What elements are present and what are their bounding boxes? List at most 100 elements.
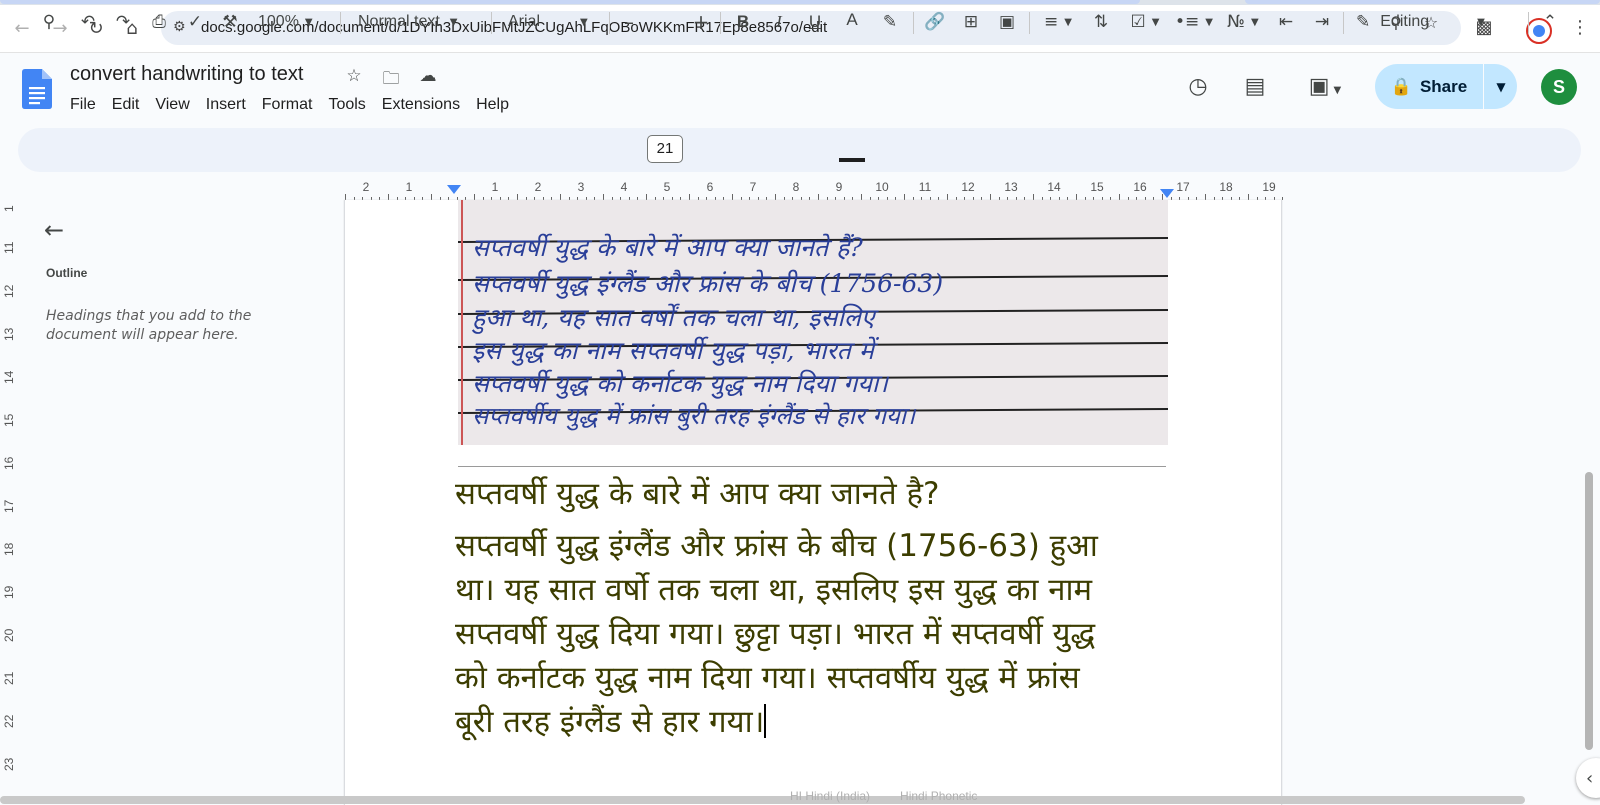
ruler-label: 6 xyxy=(706,180,714,194)
handwriting-image[interactable]: सप्तवर्षी युद्ध के बारे में आप क्या जानत… xyxy=(458,200,1168,445)
handwriting-line: सप्तवर्षी युद्ध को कर्नाटक युद्ध नाम दिय… xyxy=(472,369,888,398)
ruler-label: 18 xyxy=(1219,180,1233,194)
chevron-down-icon: ▼ xyxy=(304,16,313,28)
share-button[interactable]: 🔒 Share ▼ xyxy=(1375,64,1517,109)
cloud-saved-icon[interactable]: ☁ xyxy=(417,66,439,88)
horizontal-ruler[interactable]: 2 1 1 2 3 4 5 6 7 8 9 10 11 12 13 14 15 … xyxy=(342,180,1284,200)
ruler-label: 10 xyxy=(875,180,889,194)
toolbar-divider xyxy=(720,12,721,34)
bulleted-list-icon[interactable]: •≡ ▼ xyxy=(1173,9,1215,35)
back-icon[interactable]: ← xyxy=(8,14,36,42)
menu-extensions[interactable]: Extensions xyxy=(374,94,468,116)
ruler-label: 9 xyxy=(835,180,843,194)
document-body[interactable]: सप्तवर्षी युद्ध के बारे में आप क्या जानत… xyxy=(455,472,1215,744)
toolbar-divider xyxy=(913,12,914,34)
undo-icon[interactable]: ↶ xyxy=(75,9,101,35)
document-title[interactable]: convert handwriting to text xyxy=(70,63,303,86)
decrease-indent-icon[interactable]: ⇤ xyxy=(1273,9,1299,35)
docs-logo-icon[interactable] xyxy=(22,69,52,109)
body-line: था। यह सात वर्षो तक चला था, इसलिए इस युद… xyxy=(455,572,1093,608)
horizontal-scrollbar[interactable] xyxy=(0,796,1525,804)
handwriting-line: सप्तवर्षी युद्ध इंग्लैंड और फ्रांस के बी… xyxy=(472,269,944,298)
font-size-input[interactable]: 21 xyxy=(647,135,683,163)
ruler-label: 14 xyxy=(2,370,16,384)
ruler-label: 22 xyxy=(2,714,16,728)
move-folder-icon[interactable]: 🗀 xyxy=(380,66,402,89)
menu-view[interactable]: View xyxy=(147,94,197,116)
spellcheck-icon[interactable]: ✓ xyxy=(182,9,208,35)
collapse-toolbar-icon[interactable]: ⌃ xyxy=(1537,9,1563,35)
back-arrow-icon[interactable]: ← xyxy=(44,216,72,244)
ruler-label: 8 xyxy=(792,180,800,194)
increase-font-size-icon[interactable]: + xyxy=(689,9,713,35)
pencil-icon: ✎ xyxy=(1356,12,1371,32)
show-side-panel-icon[interactable]: ‹ xyxy=(1576,758,1600,798)
meet-icon[interactable]: ▣ ▼ xyxy=(1302,72,1348,102)
checklist-icon[interactable]: ☑ ▼ xyxy=(1124,9,1166,35)
horizontal-rule xyxy=(458,466,1166,467)
active-tab-indicator xyxy=(0,0,1140,4)
menu-tools[interactable]: Tools xyxy=(320,94,373,116)
body-line-last: बूरी तरह इंग्लैंड से हार गया। xyxy=(455,700,1215,744)
bold-button[interactable]: B xyxy=(731,9,755,35)
underline-button[interactable]: U xyxy=(803,9,827,35)
right-indent-marker[interactable] xyxy=(1160,189,1174,198)
outline-hint: Headings that you add to the document wi… xyxy=(46,308,252,343)
ruler-label: 3 xyxy=(577,180,585,194)
insert-link-icon[interactable]: 🔗 xyxy=(922,9,948,35)
ruler-label: 16 xyxy=(1133,180,1147,194)
zoom-value: 100% xyxy=(258,13,299,30)
menu-file[interactable]: File xyxy=(62,94,104,116)
text-color-button[interactable]: A xyxy=(839,7,865,33)
body-line: को कर्नाटक युद्ध नाम दिया गया। सप्तवर्षी… xyxy=(455,660,1080,696)
line-spacing-icon[interactable]: ⇅ xyxy=(1088,9,1114,35)
chevron-down-icon: ▼ xyxy=(1064,16,1072,28)
account-avatar[interactable]: S xyxy=(1541,69,1577,105)
increase-indent-icon[interactable]: ⇥ xyxy=(1309,9,1335,35)
ime-keyboard[interactable]: Hindi Phonetic xyxy=(900,789,977,803)
editing-mode-select[interactable]: ✎ Editing ▼ xyxy=(1356,9,1506,35)
ime-language[interactable]: HI Hindi (India) xyxy=(790,789,870,803)
menu-format[interactable]: Format xyxy=(254,94,321,116)
highlight-pen-icon[interactable]: ✎ xyxy=(877,9,903,35)
left-indent-marker[interactable] xyxy=(447,185,461,194)
lock-icon: 🔒 xyxy=(1390,76,1412,96)
menu-bar: File Edit View Insert Format Tools Exten… xyxy=(62,94,517,116)
vertical-ruler: 1 11 12 13 14 15 16 17 18 19 20 21 22 23 xyxy=(0,200,22,805)
share-dropdown-icon[interactable]: ▼ xyxy=(1485,64,1517,109)
zoom-select[interactable]: 100% ▼ xyxy=(258,9,328,35)
chevron-down-icon: ▼ xyxy=(1250,16,1259,28)
more-icon[interactable]: ⋮ xyxy=(1568,17,1592,41)
font-family-select[interactable]: Arial ▼ xyxy=(508,9,598,35)
align-icon[interactable]: ≡ ▼ xyxy=(1038,9,1078,35)
redo-icon[interactable]: ↷ xyxy=(110,9,136,35)
ruler-label: 11 xyxy=(918,180,932,194)
body-line: सप्तवर्षी युद्ध इंग्लैंड और फ्रांस के बी… xyxy=(455,528,1098,564)
print-icon[interactable]: ⎙ xyxy=(146,9,172,35)
numbered-list-icon[interactable]: № ▼ xyxy=(1222,9,1264,35)
chevron-down-icon: ▼ xyxy=(449,16,458,28)
italic-button[interactable]: I xyxy=(767,9,791,35)
vertical-scrollbar[interactable] xyxy=(1585,472,1593,750)
ruler-label: 16 xyxy=(2,456,16,470)
insert-image-icon[interactable]: ▣ xyxy=(994,9,1020,35)
share-main[interactable]: 🔒 Share xyxy=(1375,64,1483,109)
paragraph-style-select[interactable]: Normal text ▼ xyxy=(358,9,478,35)
text-cursor xyxy=(764,704,767,738)
toolbar-divider xyxy=(491,12,492,34)
decrease-font-size-icon[interactable]: – xyxy=(617,9,641,35)
menu-insert[interactable]: Insert xyxy=(198,94,254,116)
chevron-down-icon: ▼ xyxy=(580,16,588,28)
add-comment-icon[interactable]: ⊞ xyxy=(958,9,984,35)
search-menus-icon[interactable]: ⚲ xyxy=(36,9,62,35)
text-color-swatch xyxy=(839,158,865,162)
menu-help[interactable]: Help xyxy=(468,94,517,116)
menu-edit[interactable]: Edit xyxy=(104,94,148,116)
version-history-icon[interactable]: ◷ xyxy=(1183,72,1213,102)
star-icon[interactable]: ☆ xyxy=(343,66,365,88)
handwriting-line: सप्तवर्षीय युद्ध में फ्रांस बुरी तरह इंग… xyxy=(472,402,916,430)
paint-format-icon[interactable]: ⚒ xyxy=(217,9,243,35)
comments-icon[interactable]: ▤ xyxy=(1240,72,1270,102)
ruler-label: 20 xyxy=(2,628,16,642)
body-line: बूरी तरह इंग्लैंड से हार गया। xyxy=(455,704,765,740)
